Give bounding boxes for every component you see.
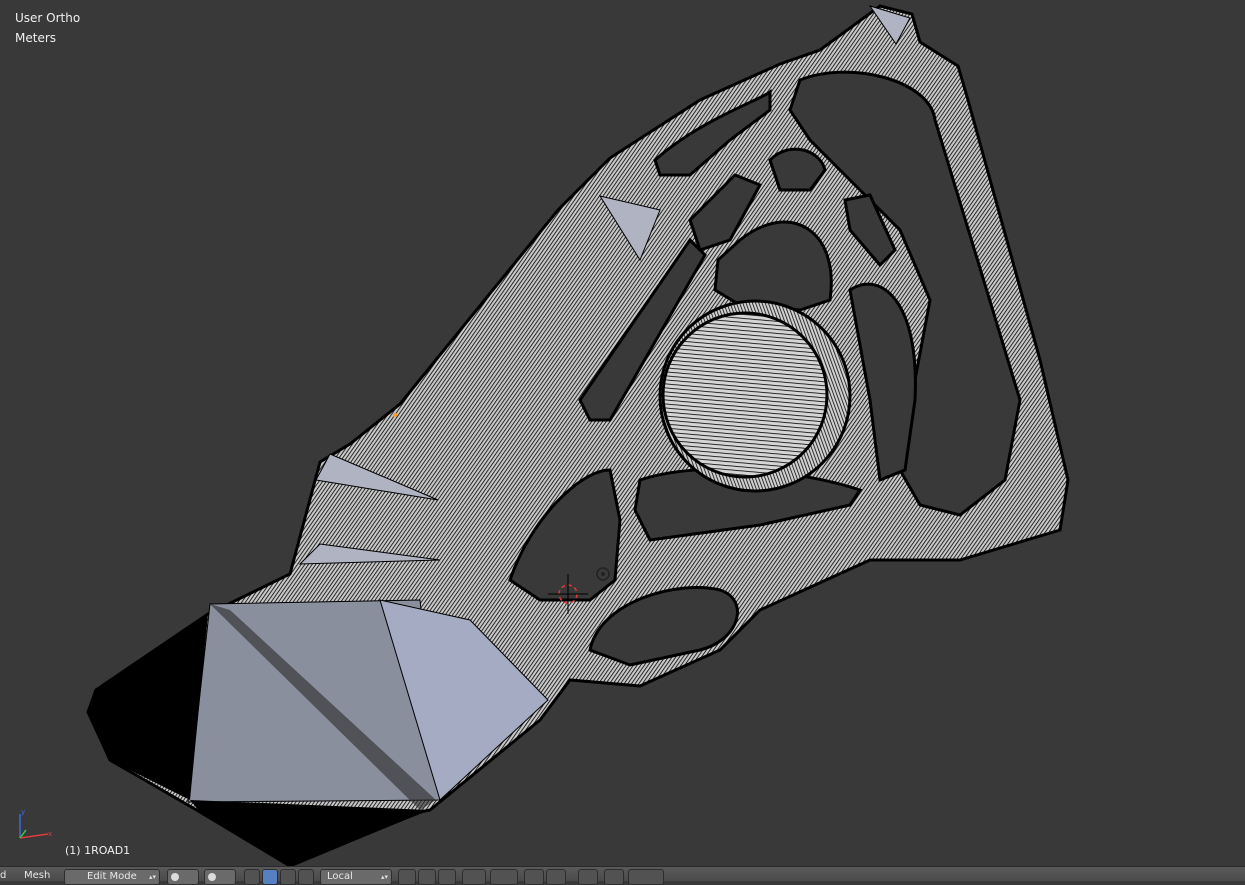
ring-inner bbox=[661, 311, 829, 479]
view-menu[interactable]: d bbox=[0, 869, 6, 883]
layer-button-1[interactable] bbox=[398, 869, 416, 885]
svg-text:y: y bbox=[21, 808, 25, 816]
mode-select[interactable]: Edit Mode ▴▾ bbox=[64, 869, 160, 885]
snap-toggle[interactable] bbox=[524, 869, 544, 885]
render-button[interactable] bbox=[604, 869, 624, 885]
3d-viewport[interactable]: User Ortho Meters y x (1) 1ROAD1 bbox=[0, 0, 1245, 866]
transform-orientation-label: Local bbox=[327, 871, 353, 882]
snap-select[interactable] bbox=[490, 869, 518, 885]
chevron-updown-icon: ▴▾ bbox=[380, 873, 388, 881]
rotate-manipulator[interactable] bbox=[280, 869, 296, 885]
axis-gizmo: y x bbox=[19, 808, 52, 839]
corner-black-left bbox=[88, 614, 208, 800]
translate-manipulator[interactable] bbox=[262, 869, 278, 885]
render-animation-button[interactable] bbox=[628, 869, 664, 885]
viewport-shading-select[interactable] bbox=[167, 869, 199, 885]
manipulator-toggle[interactable] bbox=[244, 869, 260, 885]
corner-black-bottom bbox=[190, 800, 430, 866]
units-label: Meters bbox=[15, 31, 57, 45]
mode-select-label: Edit Mode bbox=[87, 871, 137, 882]
layer-button-3[interactable] bbox=[438, 869, 456, 885]
object-info-label: (1) 1ROAD1 bbox=[65, 844, 131, 857]
snap-element-select[interactable] bbox=[546, 869, 566, 885]
scale-manipulator[interactable] bbox=[298, 869, 314, 885]
occlude-geometry-toggle[interactable] bbox=[578, 869, 598, 885]
svg-text:x: x bbox=[48, 830, 52, 838]
mesh-wireframe[interactable] bbox=[0, 0, 1245, 866]
viewport-header: d Mesh Edit Mode ▴▾ Local ▴▾ bbox=[0, 866, 1245, 885]
vertex-selected bbox=[393, 413, 397, 417]
chevron-updown-icon: ▴▾ bbox=[148, 873, 156, 881]
view-type-label: User Ortho bbox=[15, 11, 81, 25]
pivot-point-select[interactable] bbox=[204, 869, 236, 885]
transform-orientation-select[interactable]: Local ▴▾ bbox=[320, 869, 392, 885]
mesh-menu[interactable]: Mesh bbox=[24, 869, 50, 883]
proportional-edit-button[interactable] bbox=[462, 869, 486, 885]
layer-button-2[interactable] bbox=[418, 869, 436, 885]
